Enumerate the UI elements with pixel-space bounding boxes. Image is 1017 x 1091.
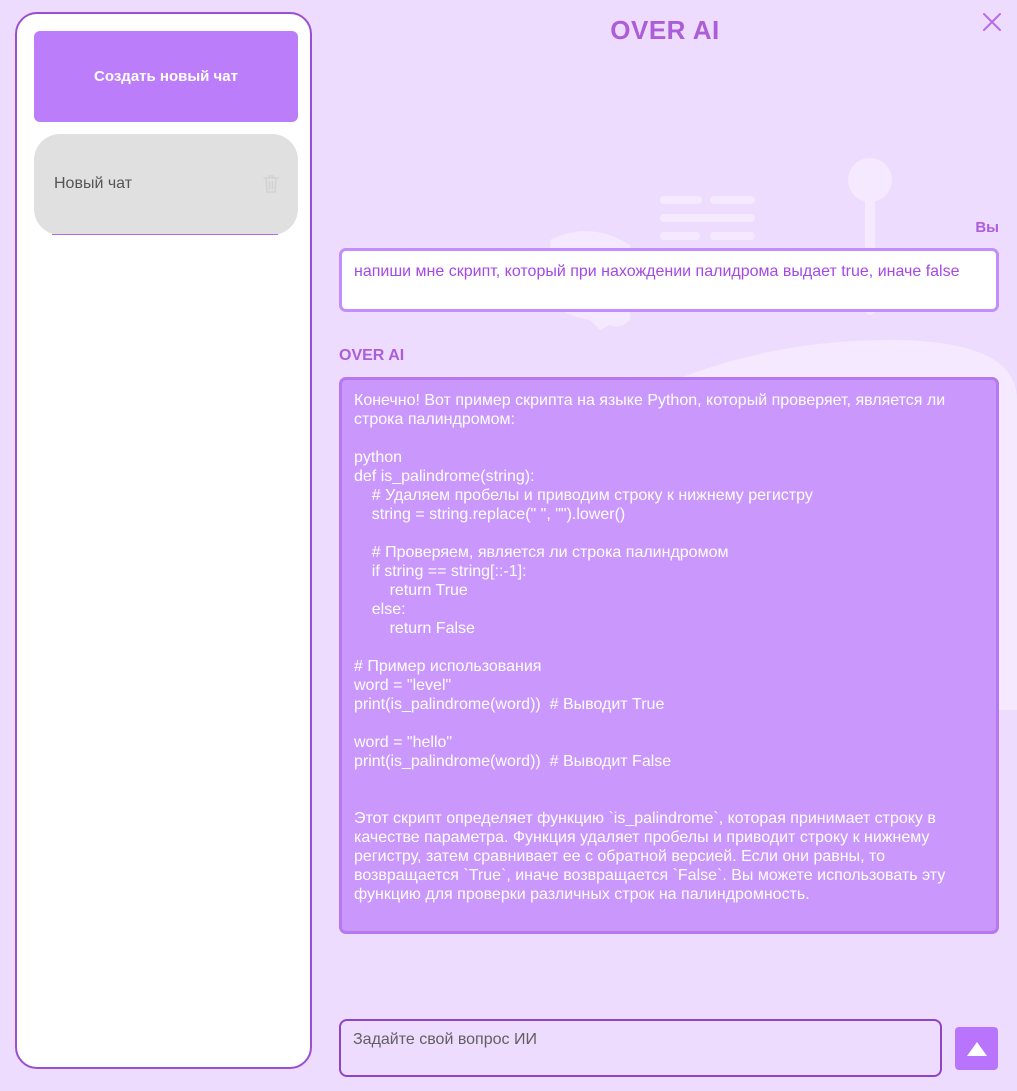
user-sender-label: Вы xyxy=(975,219,999,236)
chat-list-item[interactable]: Новый чат xyxy=(34,134,298,235)
ai-sender-label: OVER AI xyxy=(339,347,405,364)
chat-item-underline xyxy=(52,234,278,235)
user-message: напиши мне скрипт, который при нахождени… xyxy=(339,248,999,312)
close-icon[interactable] xyxy=(980,10,1004,34)
send-button[interactable] xyxy=(955,1027,998,1070)
chat-item-label: Новый чат xyxy=(54,175,133,192)
question-input[interactable] xyxy=(339,1019,942,1077)
app-title: OVER AI xyxy=(610,15,720,45)
ai-message: Конечно! Вот пример скрипта на языке Pyt… xyxy=(339,377,999,934)
send-arrow-icon xyxy=(966,1041,987,1056)
trash-icon[interactable] xyxy=(263,174,279,193)
new-chat-button[interactable]: Создать новый чат xyxy=(34,31,298,122)
sidebar: Создать новый чат Новый чат xyxy=(15,12,312,1069)
